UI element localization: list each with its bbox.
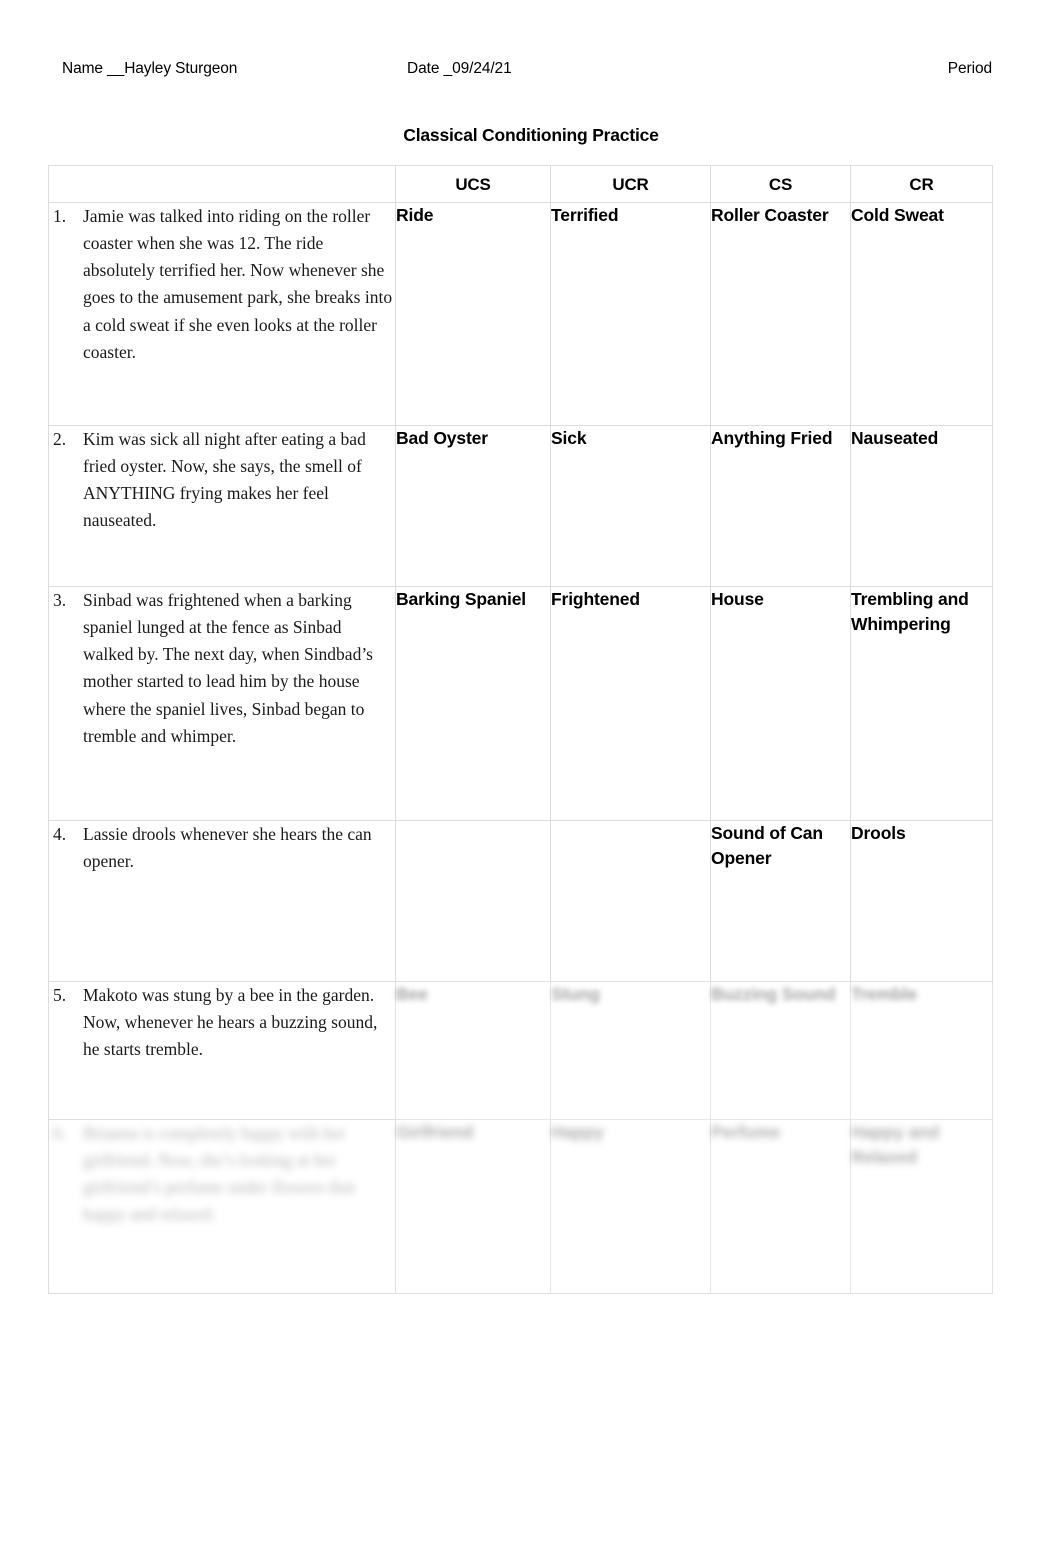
scenario-text: Brianna is completely happy with her gir… bbox=[83, 1123, 356, 1225]
document-header: Name __Hayley Sturgeon Date _09/24/21 Pe… bbox=[62, 60, 992, 84]
answer-cr[interactable]: Happy and Relaxed bbox=[850, 1119, 993, 1294]
answer-ucs[interactable]: Bee bbox=[395, 981, 551, 1120]
header-cell-cr: CR bbox=[850, 165, 993, 203]
scenario-cell: 5. Makoto was stung by a bee in the gard… bbox=[48, 981, 396, 1120]
worksheet-page: Name __Hayley Sturgeon Date _09/24/21 Pe… bbox=[0, 0, 1062, 1556]
answer-ucs[interactable] bbox=[395, 820, 551, 982]
scenario-text: Makoto was stung by a bee in the garden.… bbox=[83, 985, 378, 1060]
page-title: Classical Conditioning Practice bbox=[403, 125, 659, 145]
scenario-cell: 6. Brianna is completely happy with her … bbox=[48, 1119, 396, 1294]
answer-cr[interactable]: Tremble bbox=[850, 981, 993, 1120]
answer-cs[interactable]: Anything Fried bbox=[710, 425, 851, 587]
student-name-field: Name __Hayley Sturgeon bbox=[62, 60, 238, 77]
answer-cs[interactable]: Roller Coaster bbox=[710, 202, 851, 426]
answer-ucr[interactable]: Happy bbox=[550, 1119, 711, 1294]
item-number: 3. bbox=[53, 590, 67, 610]
table-row: 6. Brianna is completely happy with her … bbox=[48, 1119, 993, 1294]
answer-cs[interactable]: Perfume bbox=[710, 1119, 851, 1294]
item-number: 2. bbox=[53, 429, 67, 449]
scenario-cell: 2. Kim was sick all night after eating a… bbox=[48, 425, 396, 587]
answer-cs[interactable]: Buzzing Sound bbox=[710, 981, 851, 1120]
scenario-text: Kim was sick all night after eating a ba… bbox=[83, 429, 366, 531]
answer-ucr[interactable]: Sick bbox=[550, 425, 711, 587]
answer-ucs[interactable]: Girlfriend bbox=[395, 1119, 551, 1294]
item-number: 1. bbox=[53, 206, 67, 226]
scenario-cell: 4. Lassie drools whenever she hears the … bbox=[48, 820, 396, 982]
table-row: 4. Lassie drools whenever she hears the … bbox=[48, 820, 993, 982]
scenario-text: Jamie was talked into riding on the roll… bbox=[83, 206, 393, 362]
answer-ucr[interactable]: Frightened bbox=[550, 586, 711, 821]
header-cell-ucs: UCS bbox=[395, 165, 551, 203]
answer-ucs[interactable]: Ride bbox=[395, 202, 551, 426]
answer-ucs[interactable]: Bad Oyster bbox=[395, 425, 551, 587]
header-cell-ucr: UCR bbox=[550, 165, 711, 203]
answer-cr[interactable]: Nauseated bbox=[850, 425, 993, 587]
table-header-row: UCS UCR CS CR bbox=[48, 165, 993, 203]
scenario-text: Sinbad was frightened when a barking spa… bbox=[83, 590, 373, 746]
item-number: 5. bbox=[53, 985, 67, 1005]
table-row: 2. Kim was sick all night after eating a… bbox=[48, 425, 993, 587]
date-field: Date _09/24/21 bbox=[407, 60, 512, 77]
header-cell-cs: CS bbox=[710, 165, 851, 203]
scenario-cell: 3. Sinbad was frightened when a barking … bbox=[48, 586, 396, 821]
period-field: Period bbox=[947, 60, 992, 77]
item-number: 6. bbox=[53, 1123, 67, 1143]
header-cell-scenario bbox=[48, 165, 396, 203]
answer-ucr[interactable]: Stung bbox=[550, 981, 711, 1120]
answer-ucr[interactable] bbox=[550, 820, 711, 982]
answer-cs[interactable]: Sound of Can Opener bbox=[710, 820, 851, 982]
answer-cr[interactable]: Trembling and Whimpering bbox=[850, 586, 993, 821]
table-row: 1. Jamie was talked into riding on the r… bbox=[48, 202, 993, 426]
answer-ucr[interactable]: Terrified bbox=[550, 202, 711, 426]
item-number: 4. bbox=[53, 824, 67, 844]
scenario-cell: 1. Jamie was talked into riding on the r… bbox=[48, 202, 396, 426]
scenario-text: Lassie drools whenever she hears the can… bbox=[83, 824, 372, 872]
answer-cs[interactable]: House bbox=[710, 586, 851, 821]
table-row: 5. Makoto was stung by a bee in the gard… bbox=[48, 981, 993, 1120]
answer-cr[interactable]: Drools bbox=[850, 820, 993, 982]
table-row: 3. Sinbad was frightened when a barking … bbox=[48, 586, 993, 821]
answer-ucs[interactable]: Barking Spaniel bbox=[395, 586, 551, 821]
answer-cr[interactable]: Cold Sweat bbox=[850, 202, 993, 426]
classical-conditioning-table: UCS UCR CS CR 1. Jamie was talked into r… bbox=[48, 165, 993, 1294]
